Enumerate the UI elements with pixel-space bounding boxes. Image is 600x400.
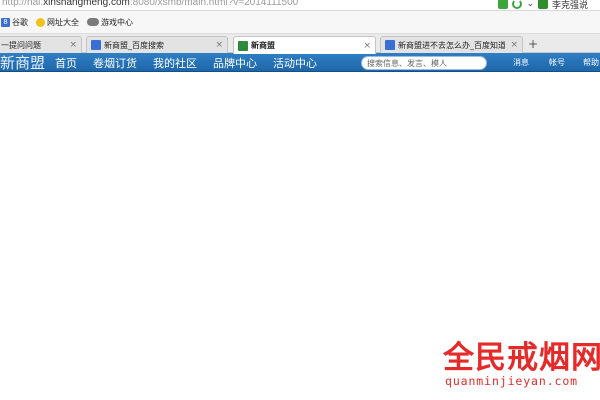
chevron-down-icon[interactable]: ⌄	[526, 0, 534, 9]
close-icon[interactable]: ×	[69, 40, 77, 50]
tab-question[interactable]: 一提问问题 ×	[0, 36, 82, 53]
url-path: :8080/xsmb/main.html?v=2014111500	[129, 0, 299, 8]
url-host: xinshangmeng.com	[43, 0, 130, 8]
nav-brand-center[interactable]: 品牌中心	[213, 55, 257, 71]
edit-icon[interactable]	[498, 0, 509, 9]
bookmark-label: 网址大全	[47, 17, 79, 27]
tab-baidu-zhidao[interactable]: 新商盟进不去怎么办_百度知道 ×	[380, 36, 523, 53]
game-controller-icon	[87, 18, 99, 26]
search-input[interactable]	[367, 58, 486, 68]
google-icon: 8	[1, 17, 10, 27]
tab-label: 一提问问题	[1, 40, 41, 50]
site-logo[interactable]: 新商盟	[0, 52, 45, 73]
watermark-domain: quanminjieyan.com	[445, 374, 579, 388]
address-bar[interactable]: http://nai.xinshangmeng.com:8080/xsmb/ma…	[0, 0, 600, 11]
refresh-icon[interactable]	[512, 0, 523, 9]
tab-baidu-search[interactable]: 新商盟_百度搜索 ×	[86, 36, 228, 53]
site-search-box[interactable]	[361, 56, 487, 70]
site-nav-bar: 新商盟 首页 卷烟订货 我的社区 品牌中心 活动中心 消息 帐号 帮助	[0, 53, 600, 72]
tab-label: 新商盟	[251, 41, 275, 50]
nav-help[interactable]: 帮助	[583, 57, 599, 68]
nav-account[interactable]: 帐号	[549, 57, 565, 68]
url-field[interactable]: http://nai.xinshangmeng.com:8080/xsmb/ma…	[2, 0, 298, 8]
bookmark-sites[interactable]: 网址大全	[36, 17, 79, 28]
tab-xinshangmeng[interactable]: 新商盟 ×	[233, 36, 376, 54]
baidu-paw-icon	[91, 40, 101, 50]
close-icon[interactable]: ×	[510, 40, 518, 50]
bookmark-label: 游戏中心	[101, 17, 133, 27]
address-user-label[interactable]: 李克强说	[552, 0, 600, 11]
nav-cigarette-order[interactable]: 卷烟订货	[93, 55, 137, 71]
nav-home[interactable]: 首页	[55, 55, 77, 71]
close-icon[interactable]: ×	[215, 40, 223, 50]
bookmark-google[interactable]: 8 谷歌	[1, 17, 28, 28]
baidu-paw-icon	[385, 40, 395, 50]
watermark-title: 全民戒烟网	[443, 340, 600, 376]
nav-messages[interactable]: 消息	[513, 57, 529, 68]
bookmark-label: 谷歌	[12, 17, 28, 27]
nav-activity-center[interactable]: 活动中心	[273, 55, 317, 71]
tab-label: 新商盟进不去怎么办_百度知道	[398, 40, 506, 50]
url-prefix: http://nai.	[2, 0, 44, 8]
xinshangmeng-icon	[238, 40, 248, 51]
sites-icon	[36, 17, 45, 27]
close-icon[interactable]: ×	[363, 41, 371, 51]
main-nav: 首页 卷烟订货 我的社区 品牌中心 活动中心	[55, 55, 317, 71]
new-tab-button[interactable]: +	[528, 37, 538, 51]
search-engine-icon[interactable]	[538, 0, 548, 9]
bookmark-games[interactable]: 游戏中心	[87, 17, 133, 28]
bookmarks-bar: 8 谷歌 网址大全 游戏中心	[0, 11, 600, 34]
tab-label: 新商盟_百度搜索	[104, 40, 164, 50]
nav-my-community[interactable]: 我的社区	[153, 55, 197, 71]
tab-strip: 一提问问题 × 新商盟_百度搜索 × 新商盟 × 新商盟进不去怎么办_百度知道 …	[0, 34, 600, 54]
address-actions: ⌄ 李克强说	[498, 0, 600, 10]
